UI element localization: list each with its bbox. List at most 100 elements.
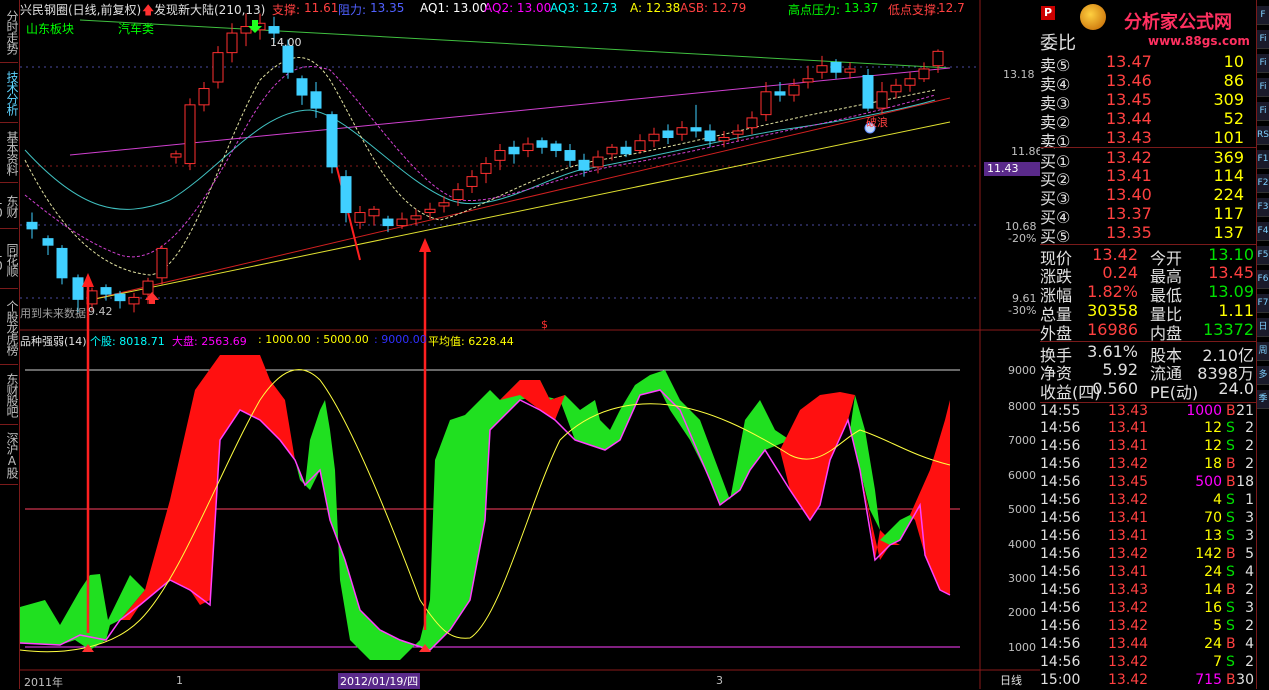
buy-level-row[interactable]: 买③ 13.40 224 [1040, 185, 1256, 208]
side-tool-button[interactable]: F [1257, 6, 1269, 25]
level-price: 13.46 [1106, 71, 1152, 90]
side-tool-button[interactable]: Fi [1257, 102, 1269, 121]
quote-row: 总量 30358 量比 1.11 [1040, 301, 1256, 324]
side-tool-button[interactable]: 季 [1257, 390, 1269, 409]
side-tool-button[interactable]: F4 [1257, 222, 1269, 241]
tick-count: 2 [1245, 456, 1254, 472]
tick-volume: 12 [1204, 438, 1222, 454]
tick-time: 14:56 [1040, 420, 1081, 436]
side-tool-button[interactable]: F5 [1257, 246, 1269, 265]
candle-body [788, 84, 800, 96]
tick-direction: S [1226, 618, 1235, 634]
tick-direction: B [1226, 546, 1236, 562]
candle-body [142, 280, 154, 295]
candle-body [72, 277, 84, 300]
tick-row: 15:00 13.42 715 B 30 [1040, 672, 1256, 690]
buy-level-row[interactable]: 买④ 13.37 117 [1040, 204, 1256, 227]
stat-row: 收益(四) 0.560 PE(动) 24.0 [1040, 379, 1256, 402]
side-tool-button[interactable]: 日 [1257, 318, 1269, 337]
p-badge-icon[interactable]: P [1041, 6, 1055, 20]
tab-time-sharing[interactable]: 分时走势 [0, 2, 19, 63]
candle-body [282, 45, 294, 73]
tick-direction: B [1226, 474, 1236, 490]
level-price: 13.44 [1106, 109, 1152, 128]
side-tool-button[interactable]: F1 [1257, 150, 1269, 169]
tick-volume: 18 [1204, 456, 1222, 472]
side-tool-button[interactable]: F6 [1257, 270, 1269, 289]
tick-count: 2 [1245, 618, 1254, 634]
tick-row: 14:56 13.41 12 S 2 [1040, 438, 1256, 456]
tick-row: 14:56 13.44 24 B 4 [1040, 636, 1256, 654]
side-tool-button[interactable]: 周 [1257, 342, 1269, 361]
tab-eastmoney-10[interactable]: 东财10 [0, 184, 19, 229]
candle-body [240, 26, 252, 34]
quote-row: 涨幅 1.82% 最低 13.09 [1040, 282, 1256, 305]
ma-line-cyan [24, 99, 936, 210]
candle-body [592, 156, 604, 168]
candle-body [676, 127, 688, 135]
candle-body [904, 78, 916, 86]
tab-technical-analysis[interactable]: 技术分析 [0, 64, 19, 123]
candle-body [844, 68, 856, 73]
sell-level-row[interactable]: 卖③ 13.45 309 [1040, 90, 1256, 113]
trend-line-red [89, 97, 951, 301]
tick-count: 2 [1245, 582, 1254, 598]
side-tool-button[interactable]: Fi [1257, 54, 1269, 73]
tick-direction: S [1226, 528, 1235, 544]
buy-level-row[interactable]: 买② 13.41 114 [1040, 166, 1256, 189]
candle-body [620, 146, 632, 155]
sub-y-label: 8000 [1008, 400, 1036, 413]
tab-ths-10[interactable]: 同花顺10 [0, 230, 19, 289]
side-tool-button[interactable]: RS [1257, 126, 1269, 145]
tab-basic-info[interactable]: 基本资料 [0, 124, 19, 183]
sell-level-row[interactable]: 卖② 13.44 52 [1040, 109, 1256, 132]
level-price: 13.41 [1106, 166, 1152, 185]
tick-row: 14:56 13.42 4 S 1 [1040, 492, 1256, 510]
candle-body [410, 215, 422, 220]
level-price: 13.42 [1106, 148, 1152, 167]
level-volume: 117 [1213, 204, 1244, 223]
sub-y-label: 9000 [1008, 364, 1036, 377]
tick-price: 13.41 [1108, 564, 1149, 580]
level-1000: : 1000.00 [258, 333, 311, 346]
tab-dragon-tiger[interactable]: 个股龙虎榜 [0, 290, 19, 365]
tick-row: 14:56 13.42 7 S 2 [1040, 654, 1256, 672]
tick-time: 14:56 [1040, 492, 1081, 508]
sub-indicator-name[interactable]: 品种强弱(14) [20, 333, 87, 349]
side-tool-button[interactable]: 多 [1257, 366, 1269, 385]
side-tool-button[interactable]: Fi [1257, 30, 1269, 49]
side-tool-button[interactable]: F3 [1257, 198, 1269, 217]
tick-price: 13.43 [1108, 582, 1149, 598]
candle-body [438, 202, 450, 207]
tab-eastmoney-forum[interactable]: 东财股吧 [0, 366, 19, 425]
tick-time: 14:56 [1040, 456, 1081, 472]
candle-body [326, 114, 338, 168]
buy-level-row[interactable]: 买⑤ 13.35 137 [1040, 223, 1256, 246]
sub-y-label: 3000 [1008, 572, 1036, 585]
price-pct-label: -30% [1008, 304, 1037, 317]
stat-value: 13.10 [1208, 245, 1254, 264]
buy-level-row[interactable]: 买① 13.42 369 [1040, 147, 1256, 171]
tick-row: 14:55 13.43 1000 B 21 [1040, 402, 1256, 421]
tick-price: 13.45 [1108, 474, 1149, 490]
tick-count: 18 [1236, 474, 1254, 490]
side-tool-button[interactable]: F2 [1257, 174, 1269, 193]
side-toolbar: F Fi Fi Fi Fi RS F1 F2 F3 F4 F5 F6 F7 日周多季 [1256, 0, 1269, 689]
candle-body [816, 65, 828, 73]
candle-body [774, 91, 786, 96]
side-tool-button[interactable]: F7 [1257, 294, 1269, 313]
candle-body [268, 26, 280, 34]
tick-price: 13.42 [1108, 672, 1149, 688]
side-tool-button[interactable]: Fi [1257, 78, 1269, 97]
tick-price: 13.42 [1108, 600, 1149, 616]
tab-shsz-a[interactable]: 深沪A股 [0, 426, 19, 485]
level-price: 13.45 [1106, 90, 1152, 109]
period-selector[interactable]: 日线 [1000, 672, 1022, 688]
sell-level-row[interactable]: 卖④ 13.46 86 [1040, 71, 1256, 94]
tick-count: 3 [1245, 510, 1254, 526]
candle-body [760, 91, 772, 116]
sell-level-row[interactable]: 卖⑤ 13.47 10 [1040, 52, 1256, 75]
sell-level-row[interactable]: 卖① 13.43 101 [1040, 128, 1256, 151]
peak-label: 14.00 [270, 36, 302, 49]
tick-count: 4 [1245, 636, 1254, 652]
